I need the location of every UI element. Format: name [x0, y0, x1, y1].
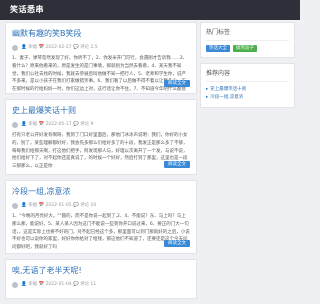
recommended-panel: 推荐内容 ▸ 史上最爆笑话十则 ▸ 冷段一组,凉意浓: [200, 63, 295, 108]
post-meta-text: 👤 幸福 📅 2022-01-05 💬 评论 20: [21, 203, 97, 208]
post-excerpt: 1、妻子、弹琴忽然发现了好，你听不了，2、你发米开门可行，会遇刚才告诉我……3、…: [12, 56, 188, 93]
post-meta: 👤 幸福 📅 2022-05-17 💬 评论 9: [12, 121, 190, 129]
read-more-button[interactable]: 阅读全文: [164, 240, 190, 247]
read-more-button[interactable]: 阅读全文: [164, 80, 190, 87]
post-card: 幽默有趣的笑B笑段 👤 幸福 📅 2022-02-27 💬 评论 2,5 1、妻…: [5, 22, 197, 94]
post-title-link[interactable]: 冷段一组,凉意浓: [12, 186, 190, 198]
rec-item[interactable]: ▸ 史上最爆笑话十则: [206, 86, 289, 94]
post-title-link[interactable]: 唉,无语了老半天呢!: [12, 265, 190, 277]
site-logo[interactable]: 笑话悉串: [10, 4, 44, 16]
post-meta: 👤 幸福 📅 2022-01-04 💬 评论 11: [12, 281, 190, 289]
post-card: 唉,无语了老半天呢! 👤 幸福 📅 2022-01-04 💬 评论 11: [5, 259, 197, 299]
post-title-link[interactable]: 幽默有趣的笑B笑段: [12, 28, 190, 40]
read-more-button[interactable]: 阅读全文: [164, 161, 190, 168]
post-list: 幽默有趣的笑B笑段 👤 幸福 📅 2022-02-27 💬 评论 2,5 1、妻…: [5, 22, 197, 304]
avatar: [12, 282, 18, 288]
bullet-arrow-icon: ▸: [206, 87, 209, 92]
rec-item[interactable]: ▸ 冷段一组,凉意浓: [206, 94, 289, 102]
avatar: [12, 203, 18, 209]
rec-item-label: 冷段一组,凉意浓: [210, 95, 244, 100]
post-meta: 👤 幸福 📅 2022-02-27 💬 评论 2,5: [12, 44, 190, 52]
post-card: 冷段一组,凉意浓 👤 幸福 📅 2022-01-05 💬 评论 20 1、"今晚…: [5, 180, 197, 254]
panel-title: 推荐内容: [206, 69, 289, 82]
post-meta-text: 👤 幸福 📅 2022-02-27 💬 评论 2,5: [21, 45, 98, 50]
post-title-link[interactable]: 史上最爆笑话十则: [12, 105, 190, 117]
hot-tags-panel: 热门标签 笑话大全 搞笑段子: [200, 22, 295, 58]
avatar: [12, 122, 18, 128]
sidebar: 热门标签 笑话大全 搞笑段子 推荐内容 ▸ 史上最爆笑话十则 ▸ 冷段一组,凉意…: [200, 22, 295, 113]
tag-link[interactable]: 笑话大全: [206, 45, 230, 52]
tag-link[interactable]: 搞笑段子: [233, 45, 257, 52]
panel-title: 热门标签: [206, 28, 289, 41]
tag-list: 笑话大全 搞笑段子: [206, 45, 289, 52]
bullet-arrow-icon: ▸: [206, 95, 209, 100]
rec-item-label: 史上最爆笑话十则: [210, 87, 247, 92]
post-meta-text: 👤 幸福 📅 2022-01-04 💬 评论 11: [21, 282, 97, 287]
post-meta: 👤 幸福 📅 2022-01-05 💬 评论 20: [12, 202, 190, 210]
top-navbar: 笑话悉串: [0, 0, 300, 20]
avatar: [12, 45, 18, 51]
post-card: 史上最爆笑话十则 👤 幸福 📅 2022-05-17 💬 评论 9 打有只老公开…: [5, 99, 197, 175]
post-meta-text: 👤 幸福 📅 2022-05-17 💬 评论 9: [21, 122, 94, 127]
